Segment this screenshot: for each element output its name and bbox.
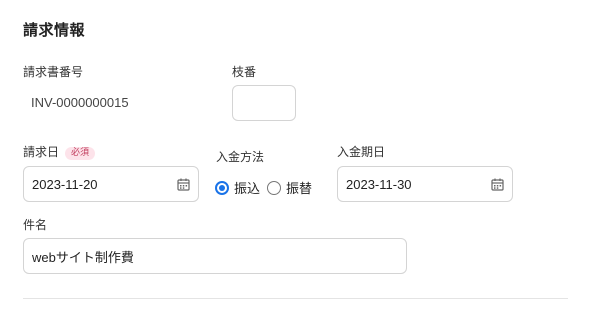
invoice-date-label: 請求日 必須 xyxy=(23,144,96,160)
payment-method-option-transfer[interactable]: 振込 xyxy=(215,178,260,197)
invoice-date-input[interactable]: 2023-11-20 xyxy=(23,166,199,202)
radio-unchecked-icon[interactable] xyxy=(267,180,282,195)
subject-label: 件名 xyxy=(23,218,48,232)
payment-due-label: 入金期日 xyxy=(337,145,386,159)
payment-method-label: 入金方法 xyxy=(216,150,265,164)
payment-due-input[interactable]: 2023-11-30 xyxy=(337,166,513,202)
subject-value: webサイト制作費 xyxy=(32,249,134,265)
branch-number-label: 枝番 xyxy=(232,65,257,79)
payment-method-option-label: 振替 xyxy=(286,182,313,197)
invoice-number-value: INV-0000000015 xyxy=(31,95,129,110)
calendar-icon[interactable] xyxy=(177,178,190,191)
section-title: 請求情報 xyxy=(23,21,86,39)
invoice-date-label-text: 請求日 xyxy=(23,145,60,159)
subject-input[interactable]: webサイト制作費 xyxy=(23,238,407,274)
section-divider xyxy=(23,298,568,299)
payment-method-option-debit[interactable]: 振替 xyxy=(267,178,312,197)
invoice-number-label: 請求書番号 xyxy=(23,65,84,79)
payment-method-option-label: 振込 xyxy=(234,182,261,197)
radio-checked-icon[interactable] xyxy=(215,180,229,195)
payment-method-radio-group: 振込 振替 xyxy=(215,178,312,197)
payment-due-value: 2023-11-30 xyxy=(346,176,412,192)
required-badge: 必須 xyxy=(65,147,96,160)
branch-number-input[interactable] xyxy=(232,85,296,121)
calendar-icon[interactable] xyxy=(491,178,504,191)
invoice-date-value: 2023-11-20 xyxy=(32,176,98,192)
